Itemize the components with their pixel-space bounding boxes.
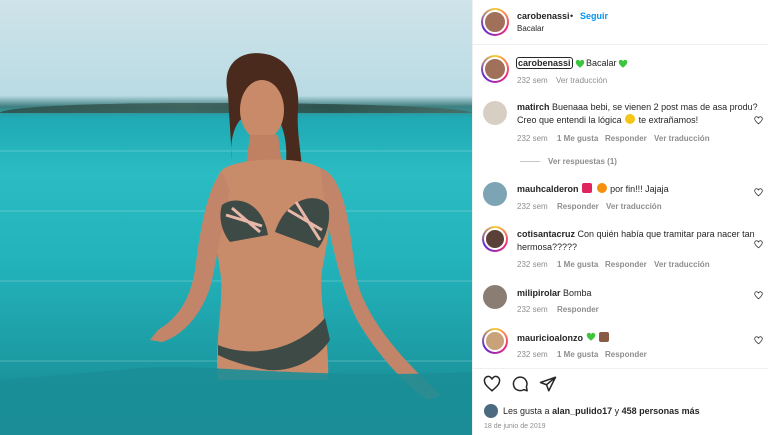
share-icon[interactable]: [539, 375, 557, 393]
reply-button[interactable]: Responder: [605, 350, 647, 359]
translate-button[interactable]: Ver traducción: [654, 134, 710, 143]
comment-time[interactable]: 232 sem: [517, 260, 548, 269]
like-comment-icon[interactable]: [754, 240, 763, 249]
header-location[interactable]: Bacalar: [517, 24, 544, 33]
comment-avatar[interactable]: [482, 328, 508, 354]
header-username[interactable]: carobenassi: [517, 11, 570, 21]
comment-icon[interactable]: [511, 375, 529, 393]
like-comment-icon[interactable]: [754, 291, 763, 300]
reply-button[interactable]: Responder: [605, 260, 647, 269]
caption-time[interactable]: 232 sem: [517, 76, 548, 85]
comment-avatar[interactable]: [483, 285, 507, 309]
comment-username[interactable]: mauhcalderon: [517, 184, 579, 194]
comment-likes[interactable]: 1 Me gusta: [557, 134, 598, 143]
comment-likes[interactable]: 1 Me gusta: [557, 350, 598, 359]
comment-time[interactable]: 232 sem: [517, 202, 548, 211]
fire-emoji-icon: [596, 183, 607, 193]
caption-username[interactable]: carobenassi: [516, 57, 573, 69]
caption-avatar[interactable]: [481, 55, 509, 83]
comment-text: mauhcalderon por fin!!! Jajaja: [517, 183, 669, 194]
post-view: carobenassi • Seguir Bacalar carobenassi…: [0, 0, 768, 435]
likes-count[interactable]: 458 personas más: [622, 406, 700, 416]
caption-text: Bacalar: [586, 58, 617, 68]
green-heart-icon: [575, 59, 585, 68]
likes-summary[interactable]: Les gusta a alan_pulido17 y 458 personas…: [503, 406, 700, 416]
comment-text: matirch Buenaaa bebi, se vienen 2 post m…: [517, 102, 758, 125]
people-emoji-icon: [599, 332, 610, 342]
follow-button[interactable]: Seguir: [580, 11, 608, 21]
like-comment-icon[interactable]: [754, 188, 763, 197]
comment-text: mauricioalonzo: [517, 332, 610, 345]
comment-text: cotisantacruz Con quién había que tramit…: [517, 229, 755, 252]
comment-time[interactable]: 232 sem: [517, 134, 548, 143]
comment-username[interactable]: matirch: [517, 102, 550, 112]
header-separator: •: [570, 11, 574, 21]
comment-avatar[interactable]: [483, 101, 507, 125]
actions-divider: [473, 368, 768, 369]
red-heart-emoji-icon: [582, 183, 593, 193]
author-avatar[interactable]: [481, 8, 509, 36]
liker-avatar[interactable]: [484, 404, 498, 418]
green-heart-icon: [618, 59, 628, 68]
woman-in-water-image: [0, 53, 472, 435]
post-photo[interactable]: [0, 0, 472, 435]
comment-username[interactable]: mauricioalonzo: [517, 333, 583, 343]
green-heart-icon: [586, 332, 595, 341]
header-divider: [473, 44, 768, 45]
reply-button[interactable]: Responder: [605, 134, 647, 143]
translate-button[interactable]: Ver traducción: [606, 202, 662, 211]
reply-button[interactable]: Responder: [557, 305, 599, 314]
like-comment-icon[interactable]: [754, 336, 763, 345]
comment-text: milipirolar Bomba: [517, 288, 592, 298]
translate-button[interactable]: Ver traducción: [654, 260, 710, 269]
comment-username[interactable]: milipirolar: [517, 288, 561, 298]
post-date[interactable]: 18 de junio de 2019: [484, 423, 546, 430]
comment-avatar[interactable]: [483, 182, 507, 206]
heart-icon[interactable]: [483, 375, 501, 393]
reply-button[interactable]: Responder: [557, 202, 599, 211]
caption-translate[interactable]: Ver traducción: [556, 76, 607, 85]
comments-panel: carobenassi • Seguir Bacalar carobenassi…: [472, 0, 768, 435]
comment-likes[interactable]: 1 Me gusta: [557, 260, 598, 269]
view-replies-button[interactable]: Ver respuestas (1): [548, 157, 617, 166]
comment-avatar[interactable]: [482, 226, 508, 252]
comment-username[interactable]: cotisantacruz: [517, 229, 575, 239]
like-comment-icon[interactable]: [754, 116, 763, 125]
comment-time[interactable]: 232 sem: [517, 305, 548, 314]
liker-username[interactable]: alan_pulido17: [552, 406, 612, 416]
comment-time[interactable]: 232 sem: [517, 350, 548, 359]
laughing-emoji-icon: [625, 114, 636, 124]
replies-line: [520, 161, 540, 162]
